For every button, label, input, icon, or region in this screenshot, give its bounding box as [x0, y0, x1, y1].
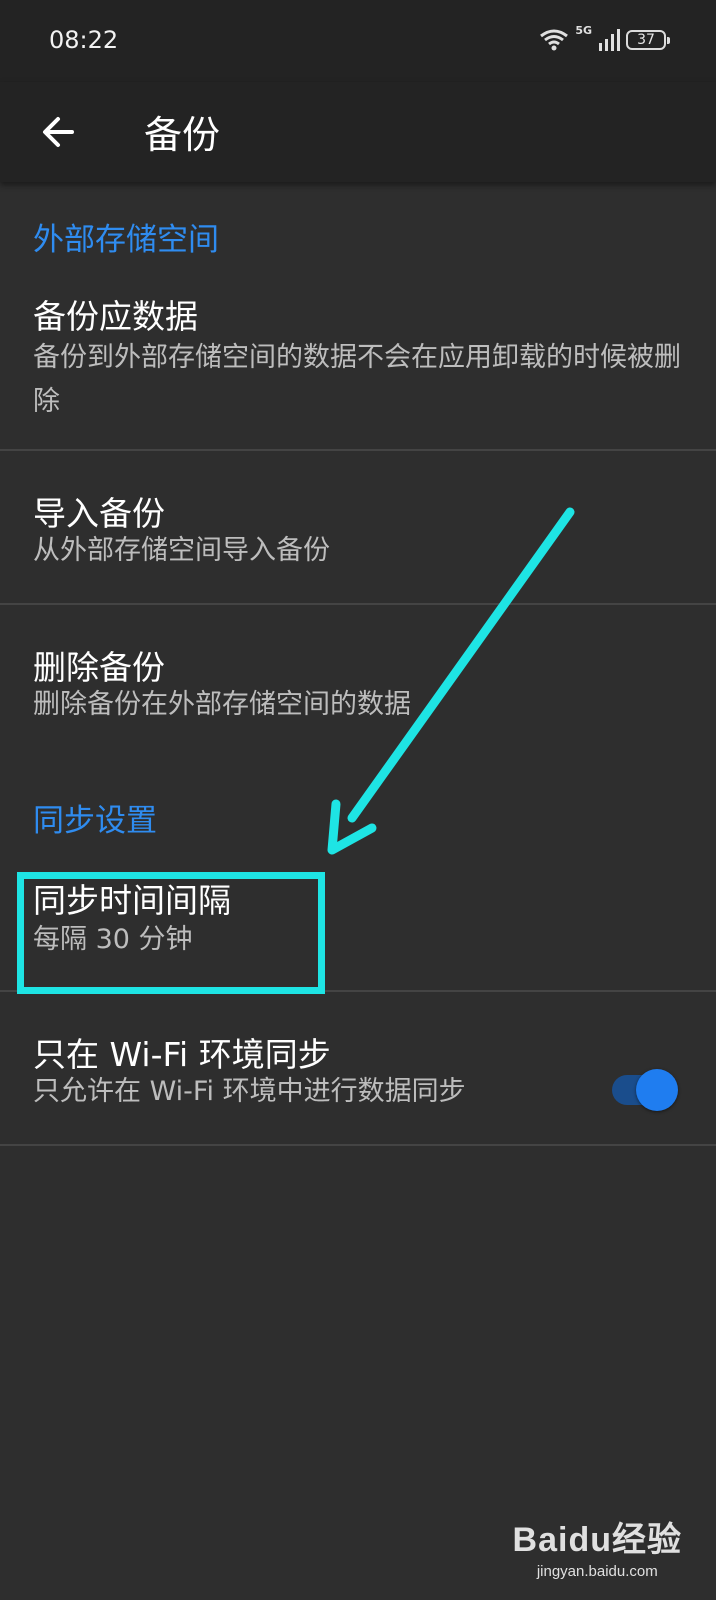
network-type-label: 5G — [575, 24, 592, 37]
pref-title: 导入备份 — [33, 494, 165, 533]
app-bar: 备份 — [0, 82, 716, 182]
signal-icon — [599, 29, 620, 51]
pref-summary: 只允许在 Wi-Fi 环境中进行数据同步 — [33, 1076, 466, 1107]
annotation-highlight-box — [17, 872, 325, 994]
pref-delete-backup[interactable]: 删除备份 删除备份在外部存储空间的数据 — [0, 605, 716, 755]
pref-title: 备份应数据 — [33, 297, 198, 336]
section-header-sync-settings: 同步设置 — [33, 803, 157, 839]
pref-backup-data[interactable]: 备份应数据 备份到外部存储空间的数据不会在应用卸载的时候被删除 — [0, 278, 716, 450]
arrow-left-icon — [43, 117, 74, 147]
pref-wifi-only-sync[interactable]: 只在 Wi-Fi 环境同步 只允许在 Wi-Fi 环境中进行数据同步 — [0, 992, 716, 1144]
pref-summary: 从外部存储空间导入备份 — [33, 535, 330, 566]
pref-summary: 备份到外部存储空间的数据不会在应用卸载的时候被删除 — [33, 342, 681, 417]
status-bar: 08:22 5G 37 — [0, 0, 716, 82]
pref-title: 只在 Wi-Fi 环境同步 — [33, 1035, 331, 1074]
pref-title: 删除备份 — [33, 648, 165, 687]
status-time: 08:22 — [49, 26, 119, 54]
pref-import-backup[interactable]: 导入备份 从外部存储空间导入备份 — [0, 451, 716, 603]
baidu-jingyan-watermark: Baidu经验 jingyan.baidu.com — [513, 1512, 682, 1580]
status-icons: 5G 37 — [539, 24, 670, 54]
section-header-external-storage: 外部存储空间 — [33, 222, 219, 258]
page-title: 备份 — [144, 113, 221, 157]
watermark-logo: Baidu经验 — [512, 1521, 682, 1559]
divider — [0, 1144, 716, 1146]
watermark-url: jingyan.baidu.com — [536, 1563, 658, 1580]
back-button[interactable] — [34, 106, 86, 158]
pref-summary: 删除备份在外部存储空间的数据 — [33, 689, 411, 720]
wifi-only-toggle-thumb[interactable] — [636, 1069, 678, 1111]
battery-icon: 37 — [626, 30, 670, 50]
battery-level: 37 — [637, 32, 655, 48]
wifi-icon — [540, 29, 569, 51]
